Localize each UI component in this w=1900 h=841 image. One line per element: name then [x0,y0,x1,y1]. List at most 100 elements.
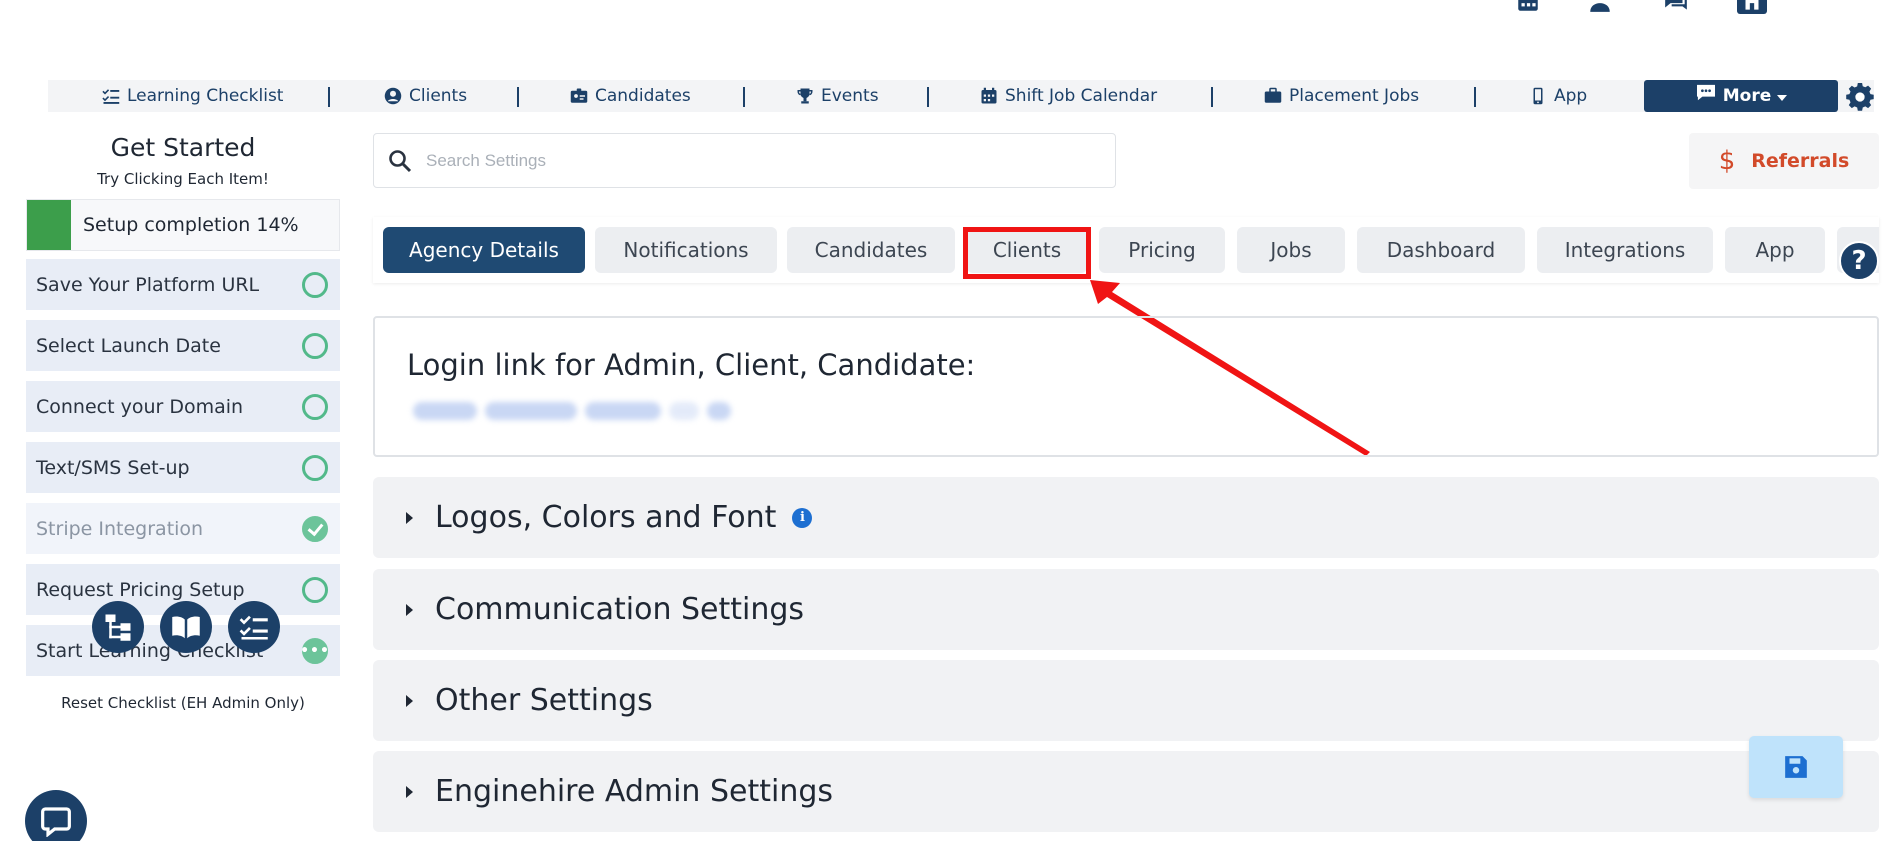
step-label: Connect your Domain [36,395,244,418]
sitemap-icon[interactable] [92,601,144,653]
nav-label: Learning Checklist [127,86,284,106]
section-label: Other Settings [435,683,653,718]
nav-label: Placement Jobs [1289,86,1420,106]
sidebar-title: Get Started [110,133,256,162]
nav-label: Events [821,86,879,106]
status-circle-icon [302,393,328,420]
calendar-icon[interactable] [1513,0,1543,14]
step-save-platform-url[interactable]: Save Your Platform URL [26,259,340,310]
section-label: Logos, Colors and Font [435,500,777,535]
tab-agency-details[interactable]: Agency Details [383,227,585,273]
chat-widget-button[interactable] [25,790,87,841]
setup-progress-bar: Setup completion 14% [26,199,340,251]
step-label: Stripe Integration [36,517,204,540]
sidebar-subtitle: Try Clicking Each Item! [97,170,269,188]
more-menu-button[interactable]: More [1644,80,1838,112]
tab-pricing[interactable]: Pricing [1099,227,1225,273]
tab-app[interactable]: App [1725,227,1825,273]
nav-shift-job-calendar[interactable]: Shift Job Calendar [980,80,1157,112]
save-icon [1785,756,1807,778]
caret-right-icon [406,511,413,524]
tab-dashboard[interactable]: Dashboard [1357,227,1525,273]
nav-candidates[interactable]: Candidates [570,80,691,112]
section-communication-settings[interactable]: Communication Settings [373,569,1879,650]
status-circle-icon [302,332,328,359]
help-icon[interactable]: ? [1839,241,1879,281]
step-text-sms-setup[interactable]: Text/SMS Set-up [26,442,340,493]
calendar-icon [981,87,997,104]
nav-divider [1211,87,1213,107]
briefcase-icon [1264,87,1282,103]
nav-events[interactable]: Events [796,80,879,112]
reset-checklist-link[interactable]: Reset Checklist (EH Admin Only) [26,694,340,712]
check-circle-icon [302,515,328,542]
progress-fill [27,200,71,250]
settings-tabs: Agency Details Notifications Candidates … [373,217,1879,283]
more-label: More [1722,86,1772,106]
nav-learning-checklist[interactable]: Learning Checklist [102,80,283,112]
tab-notifications[interactable]: Notifications [595,227,777,273]
nav-placement-jobs[interactable]: Placement Jobs [1264,80,1419,112]
nav-label: App [1554,86,1588,106]
nav-divider [517,87,519,107]
nav-divider [927,87,929,107]
messages-icon[interactable] [1661,0,1691,14]
section-other-settings[interactable]: Other Settings [373,660,1879,741]
nav-divider [328,87,330,107]
mobile-icon [1533,87,1543,105]
section-label: Communication Settings [435,592,805,627]
nav-app[interactable]: App [1529,80,1587,112]
step-label: Select Launch Date [36,334,221,357]
book-open-icon[interactable] [160,601,212,653]
comment-dots-icon [1696,84,1715,101]
nav-label: Shift Job Calendar [1005,86,1158,106]
tab-jobs[interactable]: Jobs [1237,227,1345,273]
login-link-card: Login link for Admin, Client, Candidate: [373,316,1879,457]
login-link-title: Login link for Admin, Client, Candidate: [407,348,976,382]
status-circle-icon [302,576,328,603]
trophy-icon [797,88,813,104]
login-link-blurred[interactable] [413,402,731,420]
nav-label: Candidates [595,86,691,106]
step-select-launch-date[interactable]: Select Launch Date [26,320,340,371]
referrals-button[interactable]: $ Referrals [1689,133,1879,189]
home-icon[interactable] [1737,0,1767,14]
caret-right-icon [406,603,413,616]
task-list-icon[interactable] [228,601,280,653]
search-input[interactable] [426,150,1066,171]
referrals-label: Referrals [1751,150,1850,172]
nav-label: Clients [409,86,468,106]
sidebar-shortcuts [64,601,284,655]
user-circle-icon [384,87,402,105]
section-enginehire-admin-settings[interactable]: Enginehire Admin Settings [373,751,1879,832]
nav-divider [743,87,745,107]
clients-tab-highlight [963,227,1091,279]
step-label: Text/SMS Set-up [36,456,190,479]
search-settings-box [373,133,1116,188]
step-connect-domain[interactable]: Connect your Domain [26,381,340,432]
dollar-icon: $ [1718,146,1736,176]
caret-right-icon [406,785,413,798]
nav-divider [1474,87,1476,107]
checklist-icon [102,89,120,104]
step-stripe-integration[interactable]: Stripe Integration [26,503,340,554]
info-icon[interactable]: i [792,507,813,528]
step-label: Save Your Platform URL [36,273,260,296]
top-navbar: Learning Checklist Clients Candidates Ev… [48,80,1874,112]
in-progress-icon: ••• [300,637,329,664]
chat-icon [41,807,71,837]
save-button[interactable] [1749,736,1843,798]
caret-down-icon [1777,94,1788,101]
gear-icon[interactable] [1846,83,1874,111]
tab-integrations[interactable]: Integrations [1537,227,1713,273]
nav-clients[interactable]: Clients [384,80,467,112]
status-circle-icon [302,271,328,298]
search-icon [389,149,412,172]
tab-candidates[interactable]: Candidates [787,227,955,273]
status-circle-icon [302,454,328,481]
users-icon[interactable] [1585,0,1615,14]
step-label: Request Pricing Setup [36,578,245,601]
section-logos-colors-font[interactable]: Logos, Colors and Font i [373,477,1879,558]
caret-right-icon [406,694,413,707]
section-label: Enginehire Admin Settings [435,774,834,809]
